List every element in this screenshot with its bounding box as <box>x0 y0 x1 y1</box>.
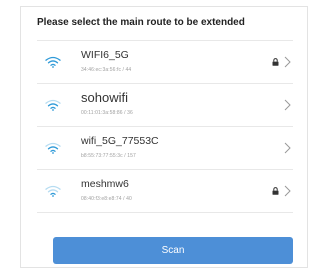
lock-icon <box>272 187 279 195</box>
network-mac: 34:46:ec:3a:56:fc / 44 <box>81 67 132 73</box>
network-row[interactable]: meshmw6 08:40:f3:e8:e8:74 / 40 <box>37 170 293 213</box>
wifi-icon <box>45 185 61 197</box>
chevron-right-icon <box>284 142 291 154</box>
chevron-right-icon <box>284 185 291 197</box>
wifi-icon <box>45 56 61 68</box>
network-row[interactable]: sohowifi 00:11:01:3a:58:86 / 36 <box>37 84 293 127</box>
wifi-icon <box>45 142 61 154</box>
dialog-title: Please select the main route to be exten… <box>37 17 245 28</box>
network-mac: 00:11:01:3a:58:86 / 36 <box>81 110 133 116</box>
network-ssid: wifi_5G_77553C <box>81 135 159 147</box>
wifi-icon <box>45 99 61 111</box>
network-ssid: sohowifi <box>81 90 128 105</box>
network-mac: b8:55:73:77:55:3c / 157 <box>81 153 136 159</box>
network-row[interactable]: WIFI6_5G 34:46:ec:3a:56:fc / 44 <box>37 41 293 84</box>
network-ssid: meshmw6 <box>81 178 129 190</box>
chevron-right-icon <box>284 99 291 111</box>
network-mac: 08:40:f3:e8:e8:74 / 40 <box>81 196 132 202</box>
lock-icon <box>272 58 279 66</box>
network-row[interactable]: wifi_5G_77553C b8:55:73:77:55:3c / 157 <box>37 127 293 170</box>
scan-button[interactable]: Scan <box>53 237 293 264</box>
route-selection-dialog: Please select the main route to be exten… <box>20 6 308 268</box>
network-ssid: WIFI6_5G <box>81 49 129 61</box>
network-list: WIFI6_5G 34:46:ec:3a:56:fc / 44 sohowifi… <box>37 40 293 213</box>
chevron-right-icon <box>284 56 291 68</box>
